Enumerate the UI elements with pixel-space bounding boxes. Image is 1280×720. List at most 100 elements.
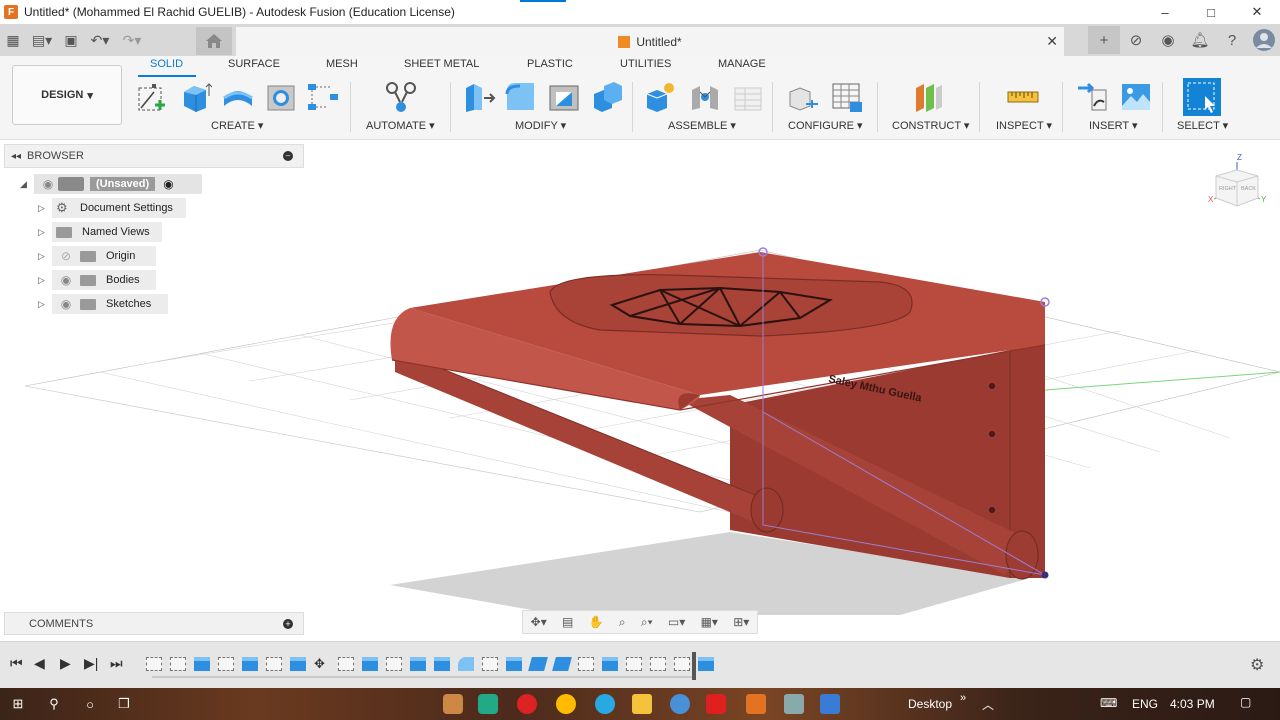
timeline-sketch-icon[interactable] <box>218 657 234 671</box>
automate-menu[interactable]: AUTOMATE ▾ <box>366 119 435 132</box>
extrude-icon[interactable] <box>178 80 212 114</box>
user-avatar[interactable] <box>1248 26 1280 54</box>
browser-menu-icon[interactable]: – <box>283 151 293 161</box>
timeline-sketch-icon[interactable] <box>674 657 690 671</box>
shell-icon[interactable] <box>547 80 581 114</box>
configure-icon[interactable] <box>786 80 820 114</box>
app-icon-1[interactable] <box>443 694 463 714</box>
timeline-sketch-icon[interactable] <box>578 657 594 671</box>
orbit-icon[interactable]: ✥▾ <box>531 615 547 629</box>
close-window-button[interactable]: ✕ <box>1234 0 1280 24</box>
timeline-combine-icon[interactable] <box>552 657 572 671</box>
construct-menu[interactable]: CONSTRUCT ▾ <box>892 119 969 132</box>
help-icon[interactable]: ? <box>1216 26 1248 54</box>
opera-icon[interactable] <box>517 694 537 714</box>
timeline-previous-icon[interactable]: ◀ <box>34 655 45 672</box>
insert-canvas-icon[interactable] <box>1119 80 1153 114</box>
timeline-play-icon[interactable]: ▶ <box>60 655 71 672</box>
tab-sheet-metal[interactable]: SHEET METAL <box>404 58 479 70</box>
home-button[interactable] <box>196 27 232 55</box>
hole-icon[interactable] <box>264 80 298 114</box>
select-menu[interactable]: SELECT ▾ <box>1177 119 1228 132</box>
timeline-extrude-icon[interactable] <box>242 657 258 671</box>
timeline-start-icon[interactable]: ⏮ <box>10 655 23 672</box>
timeline-extrude-icon[interactable] <box>602 657 618 671</box>
browser-panel-header[interactable]: ◂◂ BROWSER – <box>4 144 304 168</box>
tab-untitled[interactable]: Untitled* ✕ <box>236 27 1064 56</box>
timeline-sketch-icon[interactable] <box>338 657 354 671</box>
browser-item-named-views[interactable]: ▷ Named Views <box>38 222 162 242</box>
expand-arrow-icon[interactable]: ▷ <box>38 251 52 262</box>
timeline-extrude-icon[interactable] <box>434 657 450 671</box>
browser-item-sketches[interactable]: ▷ ◉ Sketches <box>38 294 168 314</box>
create-menu[interactable]: CREATE ▾ <box>211 119 263 132</box>
tab-surface[interactable]: SURFACE <box>228 58 280 70</box>
workspace-switcher-button[interactable]: DESIGN ▾ <box>12 65 122 125</box>
select-icon[interactable] <box>1183 78 1221 116</box>
visibility-eye-icon[interactable]: ◉ <box>38 177 58 191</box>
timeline-end-icon[interactable]: ⏭ <box>110 655 123 672</box>
assemble-menu[interactable]: ASSEMBLE ▾ <box>668 119 736 132</box>
collapse-browser-icon[interactable]: ◂◂ <box>11 151 21 162</box>
minimize-button[interactable]: – <box>1142 0 1188 24</box>
timeline-sketch-icon[interactable] <box>626 657 642 671</box>
timeline-extrude-icon[interactable] <box>698 657 714 671</box>
language-indicator[interactable]: ENG <box>1132 697 1158 711</box>
tab-mesh[interactable]: MESH <box>326 58 358 70</box>
insert-derive-icon[interactable] <box>1076 80 1110 114</box>
chrome-alt-icon[interactable] <box>670 694 690 714</box>
desktop-toolbar-label[interactable]: Desktop <box>908 697 952 711</box>
timeline-fillet-icon[interactable] <box>458 657 474 671</box>
model-canvas[interactable]: Saley Mthu Guella <box>0 140 1280 640</box>
browser-item-origin[interactable]: ▷ ⊘ Origin <box>38 246 156 266</box>
revolve-icon[interactable] <box>221 80 255 114</box>
toolbar-expand-icon[interactable]: » <box>960 692 966 704</box>
tab-utilities[interactable]: UTILITIES <box>620 58 671 70</box>
fillet-icon[interactable] <box>504 80 538 114</box>
extensions-icon[interactable]: ⊘ <box>1120 26 1152 54</box>
browser-item-document-settings[interactable]: ▷ ⚙ Document Settings <box>38 198 186 218</box>
timeline-sketch-icon[interactable] <box>386 657 402 671</box>
data-panel-grid-icon[interactable]: ▦ <box>0 27 26 53</box>
timeline-extrude-icon[interactable] <box>506 657 522 671</box>
notifications-icon[interactable]: ▢ <box>1240 695 1251 709</box>
timeline-combine-icon[interactable] <box>528 657 548 671</box>
new-component-icon[interactable] <box>643 80 677 114</box>
pan-hand-icon[interactable]: ✋ <box>589 615 604 629</box>
notifications-bell-icon[interactable]: 🔔︎ <box>1184 26 1216 54</box>
windows-start-icon[interactable]: ⊞ <box>8 694 28 714</box>
undo-icon[interactable]: ↶▾ <box>84 27 116 53</box>
expand-arrow-icon[interactable]: ▷ <box>38 275 52 286</box>
timeline-sketch-icon[interactable] <box>482 657 498 671</box>
app-icon-4[interactable] <box>820 694 840 714</box>
timeline-move-icon[interactable]: ✥ <box>314 657 330 671</box>
insert-menu[interactable]: INSERT ▾ <box>1089 119 1138 132</box>
tab-plastic[interactable]: PLASTIC <box>527 58 573 70</box>
timeline-next-icon[interactable]: ▶| <box>84 655 98 672</box>
collapse-arrow-icon[interactable]: ◢ <box>20 179 34 190</box>
fusion-taskbar-icon[interactable] <box>746 694 766 714</box>
keyboard-icon[interactable]: ⌨ <box>1100 696 1117 710</box>
timeline-sketch-icon[interactable] <box>266 657 282 671</box>
3d-viewport[interactable]: Saley Mthu Guella Z RIGHT BACK X Y <box>0 140 1280 640</box>
job-status-icon[interactable]: ◉ <box>1152 26 1184 54</box>
look-at-icon[interactable]: ▤ <box>562 615 573 629</box>
timeline-extrude-icon[interactable] <box>362 657 378 671</box>
visibility-eye-icon[interactable]: ◉ <box>56 297 76 311</box>
maximize-button[interactable]: □ <box>1188 0 1234 24</box>
configure-menu[interactable]: CONFIGURE ▾ <box>788 119 863 132</box>
tab-manage[interactable]: MANAGE <box>718 58 766 70</box>
display-settings-icon[interactable]: ▭▾ <box>668 615 685 629</box>
new-tab-plus-icon[interactable]: + <box>1088 26 1120 54</box>
timeline-marker[interactable] <box>692 652 696 680</box>
timeline-extrude-icon[interactable] <box>194 657 210 671</box>
clock[interactable]: 4:03 PM <box>1170 697 1215 711</box>
cortana-icon[interactable]: ○ <box>80 694 100 714</box>
search-icon[interactable]: ⚲ <box>44 694 64 714</box>
configuration-table-icon[interactable] <box>830 80 864 114</box>
fit-icon[interactable]: ⌕▾ <box>641 615 653 630</box>
timeline-sketch-icon[interactable] <box>170 657 186 671</box>
tab-solid[interactable]: SOLID <box>150 58 183 70</box>
expand-arrow-icon[interactable]: ▷ <box>38 299 52 310</box>
app-icon-2[interactable] <box>478 694 498 714</box>
